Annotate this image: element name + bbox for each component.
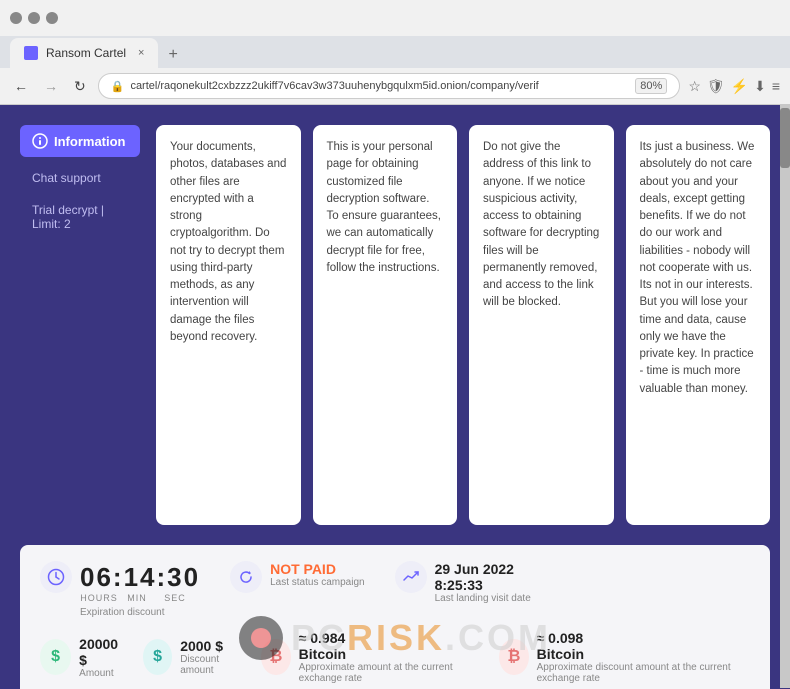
min-label: MIN <box>118 593 156 603</box>
status-badge: NOT PAID <box>270 561 365 577</box>
trending-icon <box>395 561 427 593</box>
date-info: 29 Jun 2022 8:25:33 Last landing visit d… <box>435 561 531 604</box>
amount-info-4: ≈ 0.098 Bitcoin Approximate discount amo… <box>537 630 750 684</box>
title-bar <box>0 0 790 36</box>
amount-value-3: ≈ 0.984 <box>299 630 479 646</box>
address-bar-icons: ☆ 🛡 ⚡ ⬇ ≡ <box>688 78 780 95</box>
window-controls <box>10 12 58 24</box>
timer-labels: HOURS MIN SEC <box>80 593 200 603</box>
timer-value: 06:14:30 <box>80 562 200 593</box>
amount-icon-2: $ <box>143 639 172 675</box>
amount-info-3: ≈ 0.984 Bitcoin Approximate amount at th… <box>299 630 479 684</box>
status-info: NOT PAID Last status campaign <box>270 561 365 588</box>
lock-icon: 🔒 <box>111 80 125 93</box>
card-3-text: Do not give the address of this link to … <box>483 141 599 308</box>
date-value: 29 Jun 2022 <box>435 561 531 577</box>
timer-sub: Expiration discount <box>80 607 200 618</box>
scrollbar-track[interactable] <box>780 104 790 688</box>
amount-label-3: Approximate amount at the current exchan… <box>299 662 479 684</box>
amount-item-3: ₿ ≈ 0.984 Bitcoin Approximate amount at … <box>261 630 479 684</box>
page-content: Information Chat support Trial decrypt |… <box>0 105 790 689</box>
extension-icon[interactable]: ⚡ <box>731 78 748 95</box>
sidebar-item-chat[interactable]: Chat support <box>20 167 140 189</box>
amount-icon-3: ₿ <box>261 639 291 675</box>
download-icon[interactable]: ⬇ <box>754 78 766 95</box>
amount-info-2: 2000 $ Discount amount <box>180 638 241 676</box>
card-1-text: Your documents, photos, databases and ot… <box>170 141 286 343</box>
scrollbar-thumb[interactable] <box>780 108 790 168</box>
tab-close-button[interactable]: × <box>138 47 144 59</box>
status-section: NOT PAID Last status campaign <box>230 561 365 593</box>
menu-icon[interactable]: ≡ <box>772 78 780 95</box>
url-input[interactable]: 🔒 cartel/raqonekult2cxbzzz2ukiff7v6cav3w… <box>98 73 681 99</box>
card-4: Its just a business. We absolutely do no… <box>626 125 771 525</box>
back-button[interactable]: ← <box>10 76 32 96</box>
tab-title: Ransom Cartel <box>46 46 126 60</box>
amount-item-4: ₿ ≈ 0.098 Bitcoin Approximate discount a… <box>499 630 750 684</box>
sidebar-information-label: Information <box>54 134 126 149</box>
amount-value-4: ≈ 0.098 <box>537 630 750 646</box>
shield-icon[interactable]: 🛡 <box>707 78 725 95</box>
trial-label: Trial decrypt | Limit: 2 <box>32 203 104 231</box>
maximize-button[interactable] <box>28 12 40 24</box>
amount-item-1: $ 20000 $ Amount <box>40 630 123 684</box>
card-3: Do not give the address of this link to … <box>469 125 614 525</box>
date-sub: Last landing visit date <box>435 593 531 604</box>
timer-display: 06:14:30 <box>40 561 200 593</box>
sidebar: Information Chat support Trial decrypt |… <box>20 125 140 525</box>
date-section: 29 Jun 2022 8:25:33 Last landing visit d… <box>395 561 531 604</box>
status-sub: Last status campaign <box>270 577 365 588</box>
cards-area: Your documents, photos, databases and ot… <box>156 125 770 525</box>
main-layout: Information Chat support Trial decrypt |… <box>0 105 790 545</box>
forward-button[interactable]: → <box>40 76 62 96</box>
amount-label-2: Discount amount <box>180 654 241 676</box>
bottom-panel: 06:14:30 HOURS MIN SEC Expiration discou… <box>20 545 770 689</box>
amount-icon-1: $ <box>40 639 71 675</box>
tab-favicon <box>24 46 38 60</box>
card-4-text: Its just a business. We absolutely do no… <box>640 141 755 395</box>
url-text: cartel/raqonekult2cxbzzz2ukiff7v6cav3w37… <box>130 80 629 92</box>
active-tab[interactable]: Ransom Cartel × <box>10 38 158 68</box>
hours-label: HOURS <box>80 593 118 603</box>
amount-info-1: 20000 $ Amount <box>79 636 123 679</box>
amount-icon-4: ₿ <box>499 639 529 675</box>
star-icon[interactable]: ☆ <box>688 78 701 95</box>
amount-label-1: Amount <box>79 668 123 679</box>
timer-section: 06:14:30 HOURS MIN SEC Expiration discou… <box>40 561 200 618</box>
clock-icon <box>40 561 72 593</box>
close-button[interactable] <box>46 12 58 24</box>
refresh-button[interactable]: ↻ <box>70 76 90 97</box>
sidebar-item-trial[interactable]: Trial decrypt | Limit: 2 <box>20 199 140 235</box>
address-bar: ← → ↻ 🔒 cartel/raqonekult2cxbzzz2ukiff7v… <box>0 68 790 104</box>
amount-value-2: 2000 $ <box>180 638 241 654</box>
amount-item-2: $ 2000 $ Discount amount <box>143 630 241 684</box>
browser-chrome: Ransom Cartel × + ← → ↻ 🔒 cartel/raqonek… <box>0 0 790 105</box>
zoom-level: 80% <box>635 78 667 94</box>
amount-value-1: 20000 $ <box>79 636 123 668</box>
sec-label: SEC <box>156 593 194 603</box>
wifi-icon <box>32 133 48 149</box>
chat-label: Chat support <box>32 171 101 185</box>
amounts-row: $ 20000 $ Amount $ 2000 $ Discount amoun… <box>40 630 750 684</box>
card-2-text: This is your personal page for obtaining… <box>327 141 441 274</box>
minimize-button[interactable] <box>10 12 22 24</box>
new-tab-button[interactable]: + <box>158 42 187 68</box>
amount-value-3b: Bitcoin <box>299 646 479 662</box>
refresh-icon <box>230 561 262 593</box>
date-time: 8:25:33 <box>435 577 531 593</box>
card-1: Your documents, photos, databases and ot… <box>156 125 301 525</box>
amount-label-4: Approximate discount amount at the curre… <box>537 662 750 684</box>
card-2: This is your personal page for obtaining… <box>313 125 458 525</box>
sidebar-item-information[interactable]: Information <box>20 125 140 157</box>
amount-value-4b: Bitcoin <box>537 646 750 662</box>
bottom-top-row: 06:14:30 HOURS MIN SEC Expiration discou… <box>40 561 750 618</box>
tab-bar: Ransom Cartel × + <box>0 36 790 68</box>
